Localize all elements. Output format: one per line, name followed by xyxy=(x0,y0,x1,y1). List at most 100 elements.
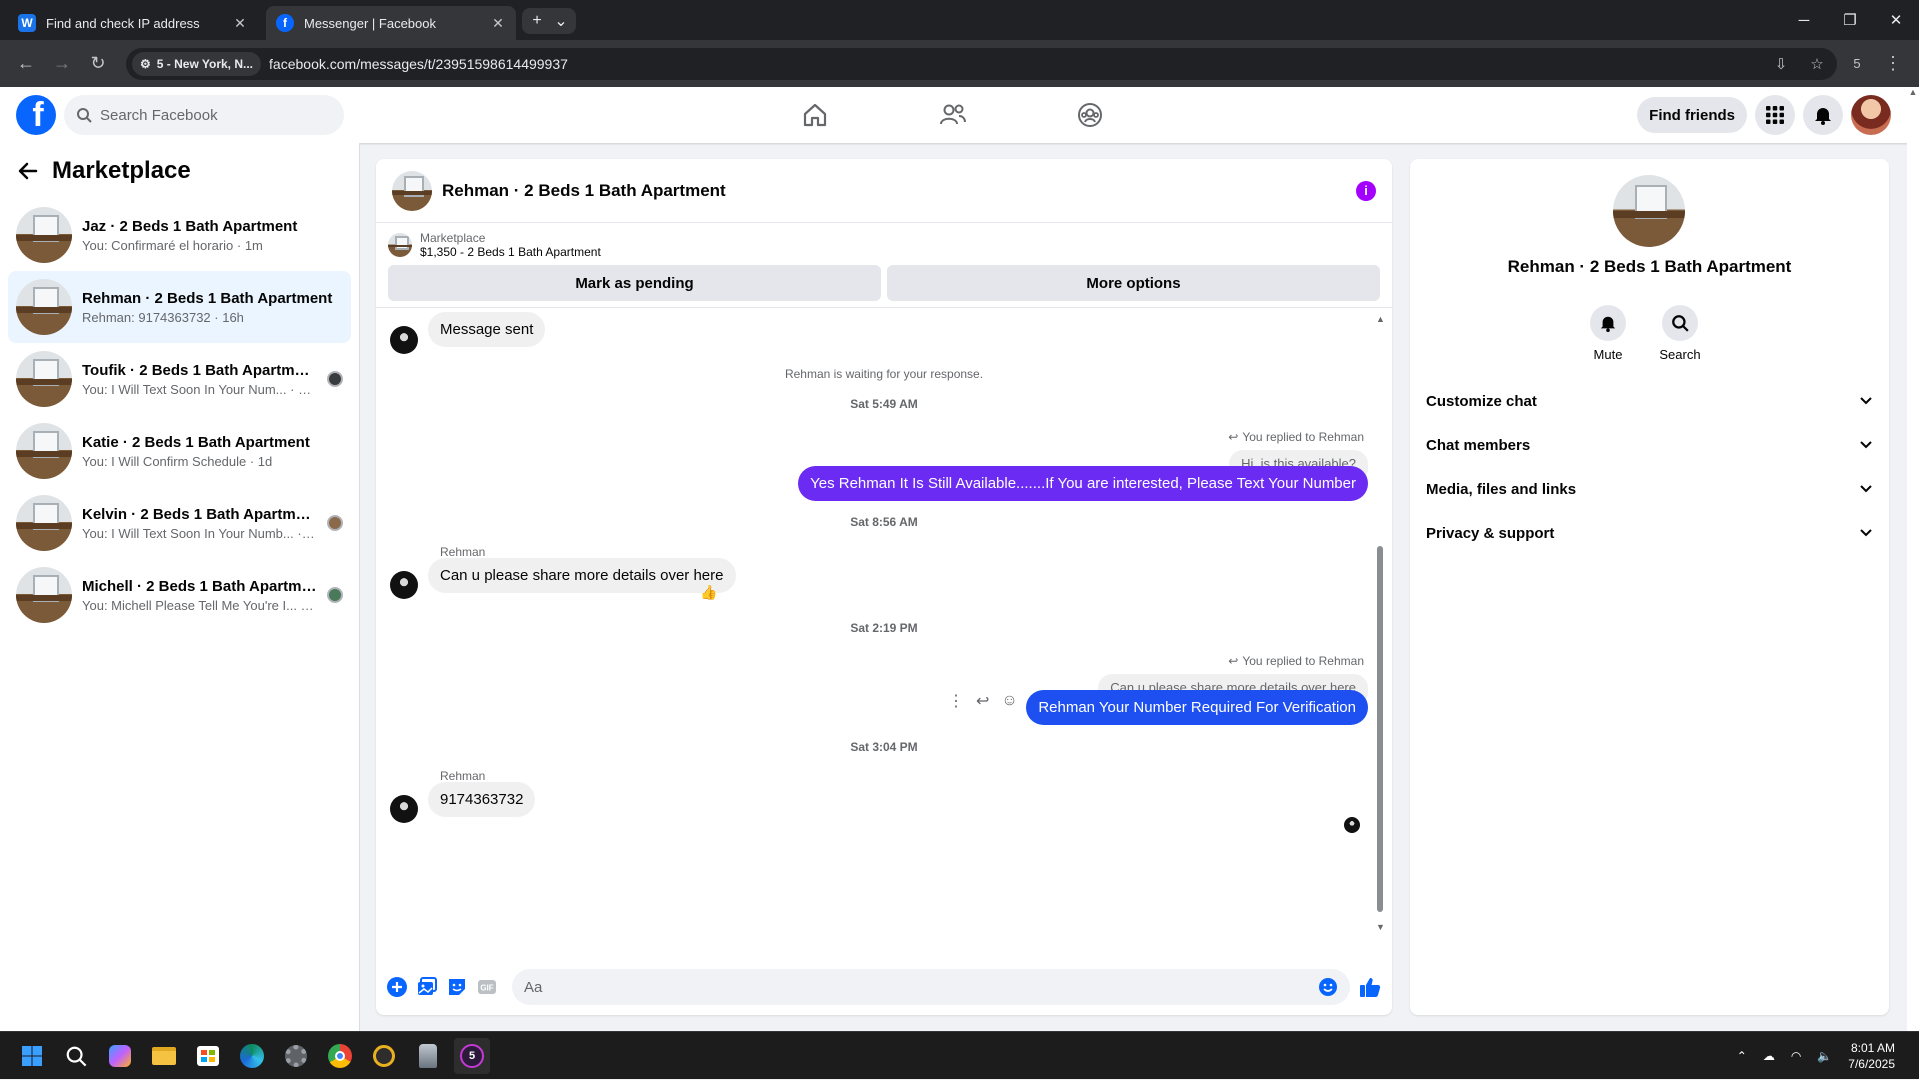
section-media-files-links[interactable]: Media, files and links xyxy=(1426,467,1873,511)
app-figure-icon[interactable] xyxy=(410,1038,446,1074)
file-explorer-icon[interactable] xyxy=(146,1038,182,1074)
clock[interactable]: 8:01 AM 7/6/2025 xyxy=(1848,1040,1895,1072)
chevron-up-icon[interactable]: ⌃ xyxy=(1737,1049,1747,1063)
facebook-search-box[interactable] xyxy=(64,95,344,135)
more-actions-icon[interactable]: ⋮ xyxy=(948,691,964,711)
tab-search-chevron-icon[interactable]: ⌄ xyxy=(550,10,572,32)
chat-title[interactable]: Rehman · 2 Beds 1 Bath Apartment xyxy=(442,181,1346,201)
chat-panel: Rehman · 2 Beds 1 Bath Apartment i Marke… xyxy=(376,159,1392,1015)
sender-avatar xyxy=(390,795,418,823)
volume-icon[interactable]: 🔈 xyxy=(1817,1049,1832,1063)
find-friends-button[interactable]: Find friends xyxy=(1637,97,1747,133)
tab-find-ip[interactable]: W Find and check IP address ✕ xyxy=(8,6,258,40)
copilot-icon[interactable] xyxy=(102,1038,138,1074)
store-icon[interactable] xyxy=(190,1038,226,1074)
reply-icon[interactable]: ↩ xyxy=(976,691,989,711)
chrome-icon[interactable] xyxy=(322,1038,358,1074)
profile-badge[interactable]: 5 xyxy=(1841,48,1873,80)
search-in-chat-button[interactable]: Search xyxy=(1650,305,1710,362)
search-input[interactable] xyxy=(100,106,300,124)
notifications-button[interactable] xyxy=(1803,95,1843,135)
page-scroll-up-icon[interactable]: ▲ xyxy=(1907,87,1919,97)
address-bar: ← → ↻ ⚙ 5 - New York, N... facebook.com/m… xyxy=(0,40,1919,87)
emoji-icon[interactable] xyxy=(1318,977,1338,997)
chat-scrollbar[interactable]: ▲ ▼ xyxy=(1376,314,1385,934)
reload-icon[interactable]: ↻ xyxy=(82,48,114,80)
react-emoji-icon[interactable]: ☺ xyxy=(1001,692,1017,710)
scroll-thumb[interactable] xyxy=(1377,546,1383,912)
conversation-name: Toufik · 2 Beds 1 Bath Apartment xyxy=(82,361,317,379)
close-window-icon[interactable]: ✕ xyxy=(1873,0,1919,40)
page-scrollbar[interactable]: ▲ xyxy=(1907,87,1919,1031)
listing-detail[interactable]: $1,350 - 2 Beds 1 Bath Apartment xyxy=(420,245,601,259)
conversation-toufik[interactable]: Toufik · 2 Beds 1 Bath Apartment You: I W… xyxy=(8,343,351,415)
sticker-icon[interactable] xyxy=(446,976,468,998)
edge-icon[interactable] xyxy=(234,1038,270,1074)
menu-grid-button[interactable] xyxy=(1755,95,1795,135)
friends-icon xyxy=(940,104,966,125)
forward-icon[interactable]: → xyxy=(46,48,78,80)
gif-icon[interactable]: GIF xyxy=(476,976,498,998)
nav-groups[interactable] xyxy=(1035,87,1145,143)
section-privacy-support[interactable]: Privacy & support xyxy=(1426,511,1873,555)
section-customize-chat[interactable]: Customize chat xyxy=(1426,379,1873,423)
minimize-icon[interactable]: ─ xyxy=(1781,0,1827,40)
back-arrow-icon[interactable] xyxy=(18,161,38,181)
listing-thumbnail xyxy=(16,207,72,263)
marketplace-conversation-list: Marketplace Jaz · 2 Beds 1 Bath Apartmen… xyxy=(0,143,360,1031)
omnibox[interactable]: ⚙ 5 - New York, N... facebook.com/message… xyxy=(126,47,1837,80)
location-chip[interactable]: ⚙ 5 - New York, N... xyxy=(132,51,262,76)
timestamp: Sat 2:19 PM xyxy=(850,621,918,635)
xbox-icon[interactable] xyxy=(366,1038,402,1074)
mute-button[interactable]: Mute xyxy=(1578,305,1638,362)
seen-avatar xyxy=(327,515,343,531)
account-avatar[interactable] xyxy=(1851,95,1891,135)
listing-mini-thumbnail[interactable] xyxy=(388,233,412,257)
message-bubble-outgoing[interactable]: Yes Rehman It Is Still Available.......I… xyxy=(798,466,1368,501)
scroll-down-icon[interactable]: ▼ xyxy=(1376,922,1385,932)
conversation-kelvin[interactable]: Kelvin · 2 Beds 1 Bath Apartment You: I W… xyxy=(8,487,351,559)
more-options-button[interactable]: More options xyxy=(887,265,1380,301)
thumbs-up-send-icon[interactable] xyxy=(1358,975,1382,999)
url-text[interactable]: facebook.com/messages/t/2395159861449993… xyxy=(269,56,1759,72)
start-button[interactable] xyxy=(14,1038,50,1074)
taskbar-search[interactable] xyxy=(58,1038,94,1074)
plus-circle-icon[interactable] xyxy=(386,976,408,998)
message-input-box[interactable] xyxy=(512,969,1350,1005)
facebook-logo-icon[interactable]: f xyxy=(16,95,56,135)
bookmark-star-icon[interactable]: ☆ xyxy=(1803,50,1831,78)
message-bubble-incoming[interactable]: Can u please share more details over her… xyxy=(428,558,736,593)
search-icon xyxy=(77,108,92,123)
nav-friends[interactable] xyxy=(898,87,1008,143)
conversation-rehman[interactable]: Rehman · 2 Beds 1 Bath Apartment Rehman: … xyxy=(8,271,351,343)
photo-icon[interactable] xyxy=(416,976,438,998)
back-icon[interactable]: ← xyxy=(10,48,42,80)
conversation-katie[interactable]: Katie · 2 Beds 1 Bath Apartment You: I Wi… xyxy=(8,415,351,487)
message-bubble-incoming[interactable]: 9174363732 xyxy=(428,782,536,817)
section-chat-members[interactable]: Chat members xyxy=(1426,423,1873,467)
info-icon[interactable]: i xyxy=(1356,180,1376,201)
reaction-thumbs-up[interactable]: 👍 xyxy=(700,584,717,601)
browser-menu-icon[interactable]: ⋮ xyxy=(1877,48,1909,80)
home-icon xyxy=(803,103,827,127)
settings-gear-icon[interactable] xyxy=(278,1038,314,1074)
conversation-jaz[interactable]: Jaz · 2 Beds 1 Bath Apartment You: Confir… xyxy=(8,199,351,271)
chat-listing-thumbnail[interactable] xyxy=(392,170,432,211)
nav-home[interactable] xyxy=(760,87,870,143)
conversation-michell[interactable]: Michell · 2 Beds 1 Bath Apartment You: Mi… xyxy=(8,559,351,631)
details-listing-thumbnail[interactable] xyxy=(1613,175,1685,247)
message-bubble-incoming[interactable]: Message sent xyxy=(428,312,546,347)
restore-icon[interactable]: ❐ xyxy=(1827,0,1873,40)
close-tab-icon[interactable]: ✕ xyxy=(490,15,506,31)
message-input[interactable] xyxy=(524,978,1318,996)
wifi-icon[interactable]: ◠ xyxy=(1791,1049,1801,1063)
mark-as-pending-button[interactable]: Mark as pending xyxy=(388,265,881,301)
new-tab-icon[interactable]: + xyxy=(526,10,548,32)
scroll-up-icon[interactable]: ▲ xyxy=(1376,314,1385,324)
cloud-off-icon[interactable]: ☁ xyxy=(1763,1049,1775,1063)
browser-profile-5-icon[interactable]: 5 xyxy=(454,1038,490,1074)
tab-messenger[interactable]: f Messenger | Facebook ✕ xyxy=(266,6,516,40)
close-tab-icon[interactable]: ✕ xyxy=(232,15,248,31)
message-bubble-outgoing[interactable]: Rehman Your Number Required For Verifica… xyxy=(1026,690,1368,725)
install-app-icon[interactable]: ⇩ xyxy=(1767,50,1795,78)
